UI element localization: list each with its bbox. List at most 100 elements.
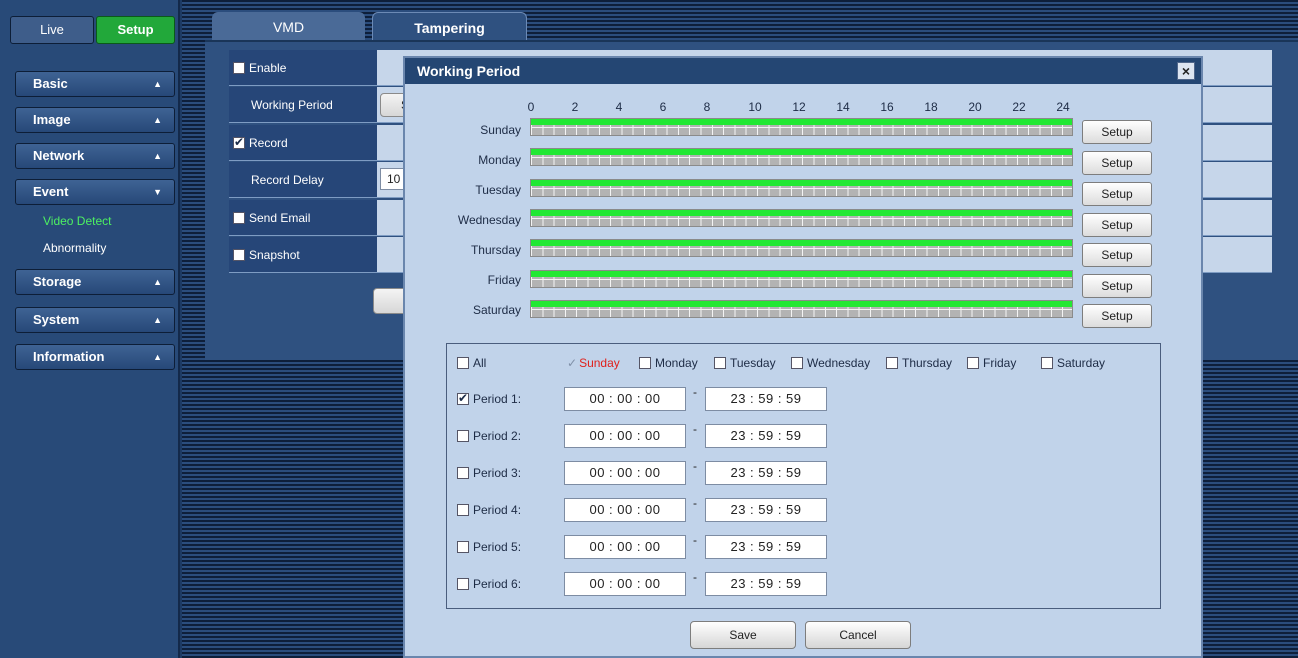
hour-label: 16 [880,100,894,114]
hour-label: 20 [968,100,982,114]
timeline-sunday[interactable] [530,118,1073,136]
timeline-thursday[interactable] [530,239,1073,257]
menu-event[interactable]: Event ▼ [15,179,175,205]
setup-button[interactable]: Setup [96,16,175,44]
timeline-monday[interactable] [530,148,1073,166]
day-label-saturday: Saturday [472,303,521,317]
close-icon[interactable]: × [1177,62,1195,80]
chevron-up-icon: ▲ [153,79,162,89]
period-2-checkbox[interactable] [457,430,469,442]
tab-tampering[interactable]: Tampering [372,12,527,42]
period-2-label: Period 2: [473,429,522,443]
menu-event-label: Event [33,184,69,199]
submenu-abnormality[interactable]: Abnormality [43,241,106,255]
monday-checkbox[interactable] [639,357,651,369]
thursday-option[interactable]: Thursday [886,356,952,370]
period-3-end-input[interactable]: 23 : 59 : 59 [705,461,827,485]
period-6: Period 6: [457,577,521,591]
setup-button-monday[interactable]: Setup [1082,151,1152,175]
snapshot-checkbox[interactable] [233,249,245,261]
friday-checkbox[interactable] [967,357,979,369]
period-2-start-input[interactable]: 00 : 00 : 00 [564,424,686,448]
period-5-end-input[interactable]: 23 : 59 : 59 [705,535,827,559]
setup-button-sunday[interactable]: Setup [1082,120,1152,144]
timeline-friday[interactable] [530,270,1073,288]
sidebar: Live Setup Basic ▲ Image ▲ Network ▲ Eve… [0,0,180,658]
enable-checkbox[interactable] [233,62,245,74]
monday-option-label: Monday [655,356,698,370]
timeline-wednesday[interactable] [530,209,1073,227]
period-1-checkbox[interactable] [457,391,469,405]
setup-button-thursday[interactable]: Setup [1082,243,1152,267]
thursday-checkbox[interactable] [886,357,898,369]
hour-label: 6 [659,100,667,114]
period-3-checkbox[interactable] [457,467,469,479]
save-button[interactable]: Save [690,621,796,649]
period-2: Period 2: [457,429,521,443]
day-label-tuesday: Tuesday [475,183,521,197]
period-1-label: Period 1: [473,392,522,406]
period-5-checkbox[interactable] [457,541,469,553]
cancel-button[interactable]: Cancel [805,621,911,649]
saturday-option[interactable]: Saturday [1041,356,1105,370]
day-label-monday: Monday [478,153,521,167]
hour-label: 2 [571,100,579,114]
saturday-option-label: Saturday [1057,356,1106,370]
timeline-tuesday[interactable] [530,179,1073,197]
all-option[interactable]: All [457,356,486,370]
record-row-label: Record [229,125,377,161]
period-4-end-input[interactable]: 23 : 59 : 59 [705,498,827,522]
submenu-video-detect[interactable]: Video Detect [43,214,112,228]
tuesday-checkbox[interactable] [714,357,726,369]
working-period-dialog: Working Period × 0 2 4 6 8 10 12 14 16 1… [403,56,1203,658]
setup-button-friday[interactable]: Setup [1082,274,1152,298]
send-email-checkbox[interactable] [233,212,245,224]
friday-option[interactable]: Friday [967,356,1016,370]
saturday-checkbox[interactable] [1041,357,1053,369]
tuesday-option[interactable]: Tuesday [714,356,776,370]
working-period-label: Working Period [251,98,333,112]
hour-label: 18 [924,100,938,114]
period-5-start-input[interactable]: 00 : 00 : 00 [564,535,686,559]
sunday-option-label: Sunday [579,356,620,370]
period-6-end-input[interactable]: 23 : 59 : 59 [705,572,827,596]
period-5: Period 5: [457,540,521,554]
monday-option[interactable]: Monday [639,356,698,370]
enable-label: Enable [249,61,287,75]
thursday-option-label: Thursday [902,356,953,370]
hour-label: 4 [615,100,623,114]
period-4-dash: - [693,496,697,510]
menu-information[interactable]: Information ▲ [15,344,175,370]
setup-button-wednesday[interactable]: Setup [1082,213,1152,237]
setup-button-saturday[interactable]: Setup [1082,304,1152,328]
dialog-title: Working Period [405,58,1201,84]
menu-basic[interactable]: Basic ▲ [15,71,175,97]
menu-image[interactable]: Image ▲ [15,107,175,133]
period-6-checkbox[interactable] [457,578,469,590]
wednesday-option[interactable]: Wednesday [791,356,870,370]
period-5-label: Period 5: [473,540,522,554]
all-label: All [473,356,487,370]
wednesday-checkbox[interactable] [791,357,803,369]
period-6-start-input[interactable]: 00 : 00 : 00 [564,572,686,596]
period-2-end-input[interactable]: 23 : 59 : 59 [705,424,827,448]
menu-storage[interactable]: Storage ▲ [15,269,175,295]
period-2-dash: - [693,422,697,436]
all-checkbox[interactable] [457,357,469,369]
period-4-checkbox[interactable] [457,504,469,516]
menu-system[interactable]: System ▲ [15,307,175,333]
period-1-start-input[interactable]: 00 : 00 : 00 [564,387,686,411]
setup-button-tuesday[interactable]: Setup [1082,182,1152,206]
period-4-start-input[interactable]: 00 : 00 : 00 [564,498,686,522]
menu-network[interactable]: Network ▲ [15,143,175,169]
live-button[interactable]: Live [10,16,94,44]
record-delay-label: Record Delay [251,173,324,187]
record-checkbox[interactable] [233,135,245,149]
period-3: Period 3: [457,466,521,480]
tab-vmd[interactable]: VMD [212,12,365,42]
timeline-saturday[interactable] [530,300,1073,318]
menu-information-label: Information [33,349,105,364]
period-3-start-input[interactable]: 00 : 00 : 00 [564,461,686,485]
period-1-end-input[interactable]: 23 : 59 : 59 [705,387,827,411]
sunday-option[interactable]: ✓ Sunday [567,356,620,370]
